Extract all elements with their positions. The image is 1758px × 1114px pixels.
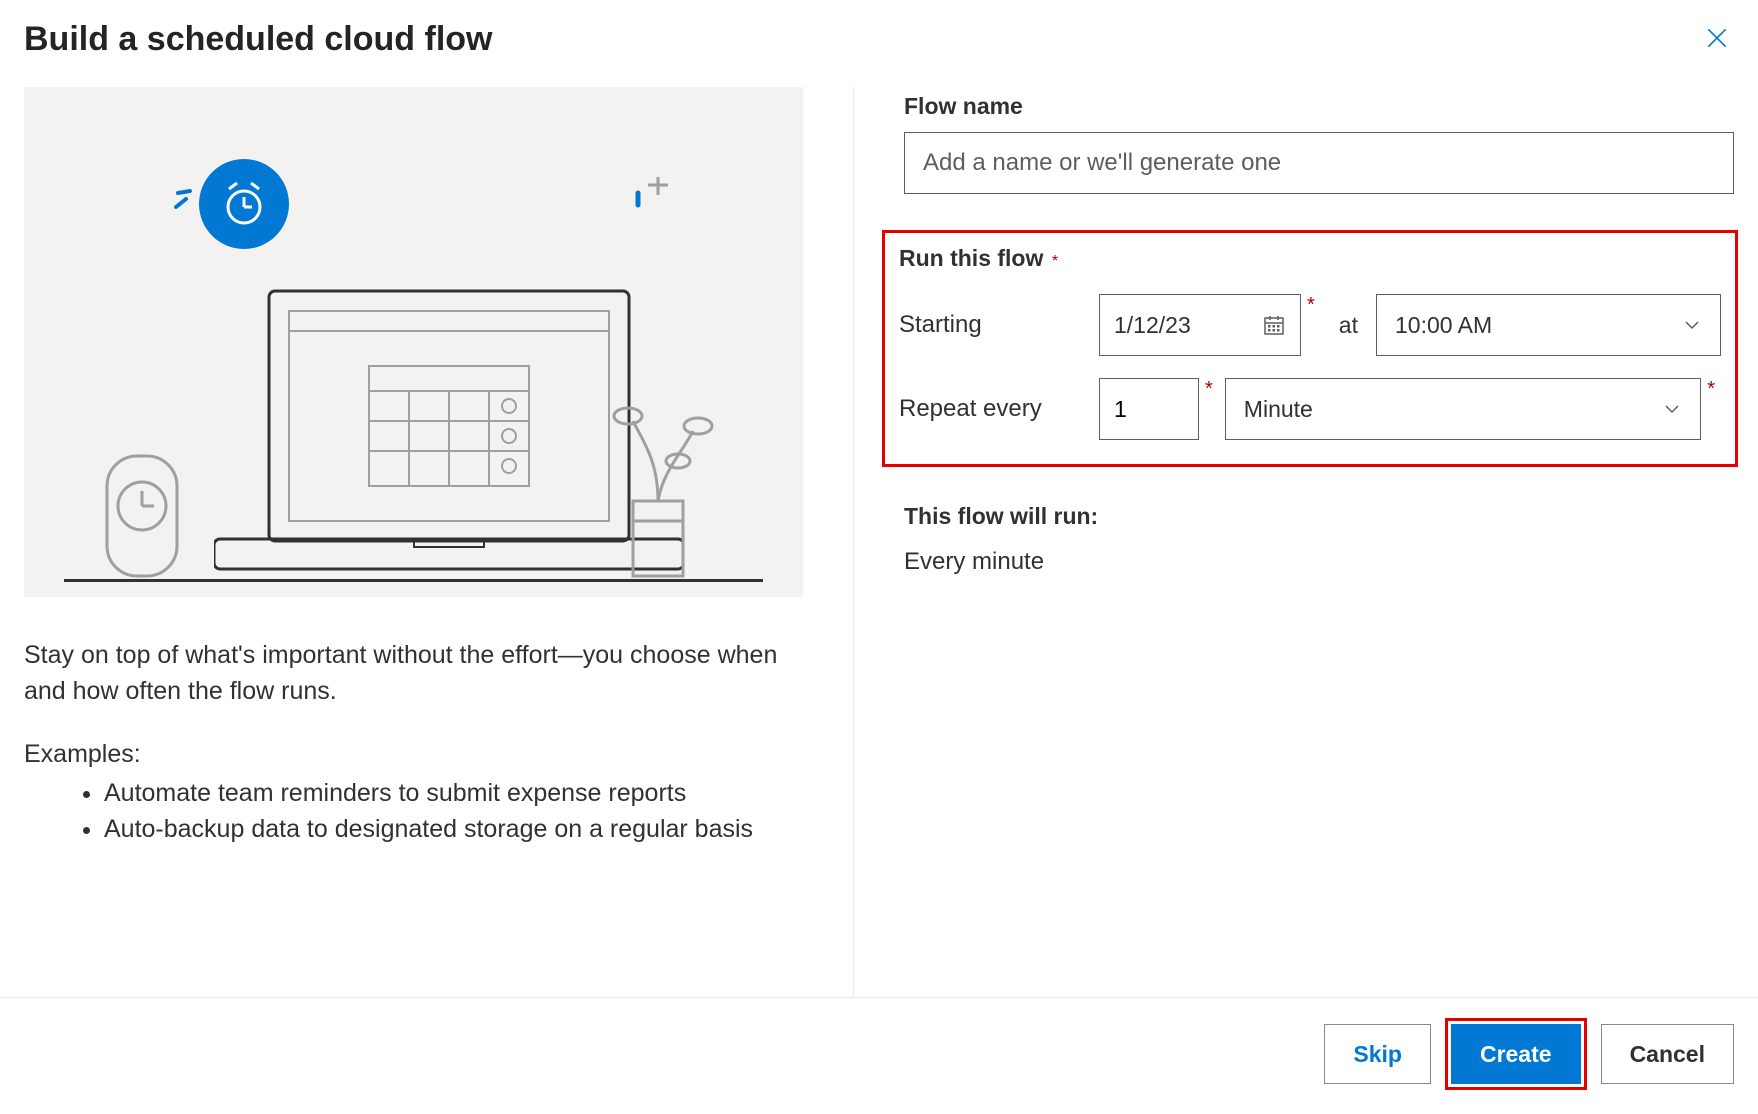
- examples-label: Examples:: [24, 740, 803, 769]
- close-icon: [1704, 25, 1730, 51]
- example-item: Auto-backup data to designated storage o…: [104, 811, 803, 847]
- close-button[interactable]: [1700, 21, 1734, 58]
- required-asterisk: *: [1707, 378, 1715, 401]
- required-asterisk: *: [1307, 294, 1315, 317]
- flow-run-summary-title: This flow will run:: [904, 503, 1734, 530]
- description-text: Stay on top of what's important without …: [24, 637, 803, 710]
- plus-sparkle-icon: [634, 177, 674, 217]
- at-label: at: [1339, 312, 1358, 339]
- required-asterisk: *: [1205, 378, 1213, 401]
- cancel-button[interactable]: Cancel: [1601, 1024, 1734, 1084]
- flow-run-summary-text: Every minute: [904, 548, 1734, 576]
- schedule-highlight-box: Run this flow * Starting 1/12/23 * at 10…: [882, 230, 1738, 467]
- required-asterisk: *: [1052, 253, 1058, 270]
- create-button[interactable]: Create: [1451, 1024, 1581, 1084]
- repeat-every-label: Repeat every: [899, 395, 1099, 423]
- flow-name-label: Flow name: [904, 93, 1734, 120]
- start-time-select[interactable]: 10:00 AM: [1376, 294, 1721, 356]
- plant-icon: [593, 381, 723, 581]
- repeat-interval-input[interactable]: [1099, 378, 1199, 440]
- calendar-icon: [1262, 313, 1286, 337]
- flow-name-input[interactable]: [904, 132, 1734, 194]
- desk-clock-icon: [102, 451, 182, 581]
- alarm-clock-icon: [199, 159, 289, 249]
- run-this-flow-label: Run this flow: [899, 245, 1043, 271]
- scheduled-flow-illustration: [24, 87, 803, 597]
- example-item: Automate team reminders to submit expens…: [104, 775, 803, 811]
- chevron-down-icon: [1682, 315, 1702, 335]
- start-time-value: 10:00 AM: [1395, 312, 1492, 339]
- chevron-down-icon: [1662, 399, 1682, 419]
- repeat-unit-select[interactable]: Minute: [1225, 378, 1701, 440]
- create-highlight-box: Create: [1445, 1018, 1587, 1090]
- repeat-unit-value: Minute: [1244, 396, 1313, 423]
- start-date-input[interactable]: 1/12/23: [1099, 294, 1301, 356]
- dialog-title: Build a scheduled cloud flow: [24, 20, 492, 59]
- start-date-value: 1/12/23: [1114, 312, 1191, 339]
- starting-label: Starting: [899, 311, 1099, 339]
- skip-button[interactable]: Skip: [1324, 1024, 1431, 1084]
- sparkle-icon: [174, 187, 204, 217]
